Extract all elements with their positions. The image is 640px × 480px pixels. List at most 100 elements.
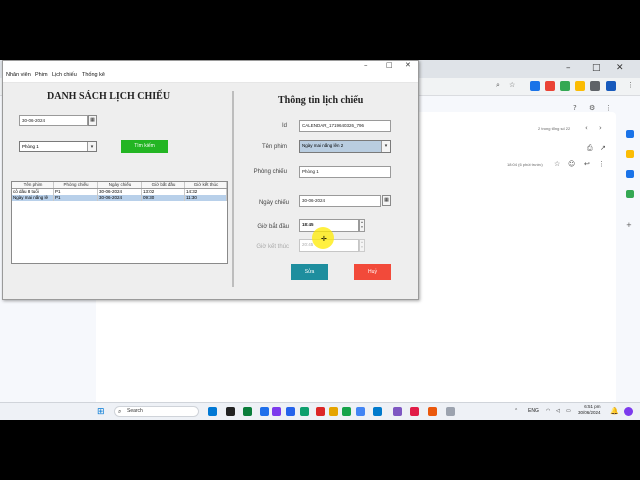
end-time-spinner[interactable]: ▲ ▼ (359, 239, 365, 252)
copilot-icon[interactable] (624, 407, 633, 416)
left-title: DANH SÁCH LỊCH CHIẾU (47, 91, 171, 102)
close-icon[interactable]: ✕ (405, 61, 411, 69)
menu-bar: Nhân viên Phim Lịch chiếu Thống kê (3, 71, 418, 83)
extension-icon[interactable] (545, 81, 555, 91)
more-icon[interactable]: ⋮ (627, 81, 634, 89)
maximize-icon[interactable]: □ (386, 61, 393, 69)
clock[interactable]: 6:51 pm 30/06/2024 (578, 404, 601, 416)
date-label: Ngày chiếu (258, 200, 289, 206)
table-row-selected[interactable]: Ngày mai nắng lê P1 30-06-2024 09:30 11:… (12, 195, 227, 201)
folder-icon[interactable] (329, 407, 338, 416)
profile-icon[interactable] (606, 81, 616, 91)
column-header[interactable]: Tên phim (12, 182, 54, 188)
menu-phim[interactable]: Phim (35, 72, 48, 78)
column-header[interactable]: Giờ kết thúc (185, 182, 227, 188)
screen: – □ ✕ ⌕ ☆ ⋮ ? ⚙ ⋮ 2 trong tổng số 22 ‹ ›… (0, 60, 640, 420)
language-indicator[interactable]: ENG (528, 408, 539, 414)
wifi-icon[interactable]: ◠ (546, 408, 550, 414)
word-icon[interactable] (260, 407, 269, 416)
column-header[interactable]: Ngày chiếu (98, 182, 142, 188)
contacts-icon[interactable] (626, 190, 634, 198)
cancel-button[interactable]: Huỷ (354, 264, 391, 280)
room-field[interactable]: Phòng 1 (299, 166, 391, 178)
filter-room-select[interactable]: Phòng 1 ▾ (19, 141, 97, 152)
apps-icon[interactable]: ⋮ (605, 104, 612, 112)
chevron-right-icon[interactable]: › (599, 124, 602, 132)
table-cell: 09:30 (142, 195, 185, 201)
menu-thong-ke[interactable]: Thống kê (82, 72, 105, 78)
chevron-left-icon[interactable]: ‹ (585, 124, 588, 132)
column-header[interactable]: Giờ bắt đầu (142, 182, 185, 188)
taskbar: ⊞ ⌕ Search ⌃ ENG ◠ ◁ ▭ 6:51 pm 30/06/202… (0, 402, 640, 420)
app-icon[interactable] (393, 407, 402, 416)
chevron-down-icon: ▾ (87, 142, 96, 151)
app-icon[interactable] (300, 407, 309, 416)
search-icon[interactable]: ⌕ (496, 81, 500, 90)
store-icon[interactable] (286, 407, 295, 416)
plus-icon[interactable]: + (626, 221, 634, 229)
help-icon[interactable]: ? (573, 104, 577, 112)
maximize-icon[interactable]: □ (592, 63, 601, 73)
chevron-up-icon[interactable]: ⌃ (514, 408, 518, 414)
menu-lich-chieu[interactable]: Lịch chiếu (52, 72, 77, 78)
gear-icon[interactable]: ⚙ (589, 104, 595, 112)
extension-icon[interactable] (575, 81, 585, 91)
calendar-icon[interactable]: ▦ (382, 195, 391, 206)
table-header: Tên phim Phòng chiếu Ngày chiếu Giờ bắt … (12, 182, 227, 189)
minimize-icon[interactable]: – (364, 61, 368, 69)
pointer-icon: ✛ (321, 235, 327, 243)
mail-time: 18:04 (6 phút trước) (507, 162, 543, 167)
start-time-spinner[interactable]: ▲ ▼ (359, 219, 365, 232)
edit-button[interactable]: Sửa (291, 264, 328, 280)
teams-icon[interactable] (272, 407, 281, 416)
app-icon[interactable] (428, 407, 437, 416)
vpn-icon[interactable] (316, 407, 325, 416)
filter-date-field[interactable]: 30-06-2024 (19, 115, 88, 126)
panel-divider[interactable] (232, 91, 234, 287)
calendar-icon[interactable] (626, 130, 634, 138)
minimize-icon[interactable]: – (566, 63, 571, 73)
bell-icon[interactable]: 🔔 (610, 407, 619, 415)
print-icon[interactable]: ⎙ (587, 144, 593, 153)
windows-start-icon[interactable]: ⊞ (97, 407, 105, 417)
tasks-icon[interactable] (626, 170, 634, 178)
app-icon[interactable] (243, 407, 252, 416)
puzzle-icon[interactable] (590, 81, 600, 91)
taskbar-search-label: Search (127, 408, 143, 414)
vscode-icon[interactable] (373, 407, 382, 416)
end-time-label: Giờ kết thúc (256, 244, 289, 250)
film-select[interactable]: Ngày mai nắng lên 2 ▾ (299, 140, 391, 153)
chrome-icon[interactable] (356, 407, 365, 416)
search-button[interactable]: Tìm kiếm (121, 140, 168, 153)
search-icon: ⌕ (118, 408, 122, 415)
open-new-icon[interactable]: ↗ (600, 144, 606, 152)
schedule-table: Tên phim Phòng chiếu Ngày chiếu Giờ bắt … (11, 181, 228, 264)
calendar-icon[interactable]: ▦ (88, 115, 97, 126)
table-cell: P1 (54, 195, 98, 201)
keep-icon[interactable] (626, 150, 634, 158)
star-icon[interactable]: ☆ (509, 81, 515, 89)
extension-icon[interactable] (560, 81, 570, 91)
java-icon[interactable] (446, 407, 455, 416)
room-label: Phòng chiếu (253, 169, 287, 175)
app-window: – □ ✕ Nhân viên Phim Lịch chiếu Thống kê… (2, 60, 419, 300)
column-header[interactable]: Phòng chiếu (54, 182, 98, 188)
volume-icon[interactable]: ◁ (556, 408, 560, 414)
app-icon[interactable] (410, 407, 419, 416)
star-icon[interactable]: ☆ (554, 160, 560, 168)
mail-count: 2 trong tổng số 22 (538, 126, 571, 131)
battery-icon[interactable]: ▭ (566, 408, 571, 414)
more-icon[interactable]: ⋮ (598, 160, 605, 168)
taskbar-search[interactable]: ⌕ Search (114, 406, 199, 417)
menu-nhan-vien[interactable]: Nhân viên (6, 72, 31, 78)
id-field[interactable]: CALENDAR_1719640326_796 (299, 120, 391, 132)
edge-icon[interactable] (226, 407, 235, 416)
date-field[interactable]: 30-06-2024 (299, 195, 381, 207)
task-view-icon[interactable] (208, 407, 217, 416)
close-icon[interactable]: ✕ (616, 63, 624, 73)
app-icon[interactable] (342, 407, 351, 416)
emoji-icon[interactable]: ☺ (568, 160, 575, 168)
side-panel-rail: + (620, 96, 640, 396)
reply-icon[interactable]: ↩ (584, 160, 590, 168)
extension-icon[interactable] (530, 81, 540, 91)
